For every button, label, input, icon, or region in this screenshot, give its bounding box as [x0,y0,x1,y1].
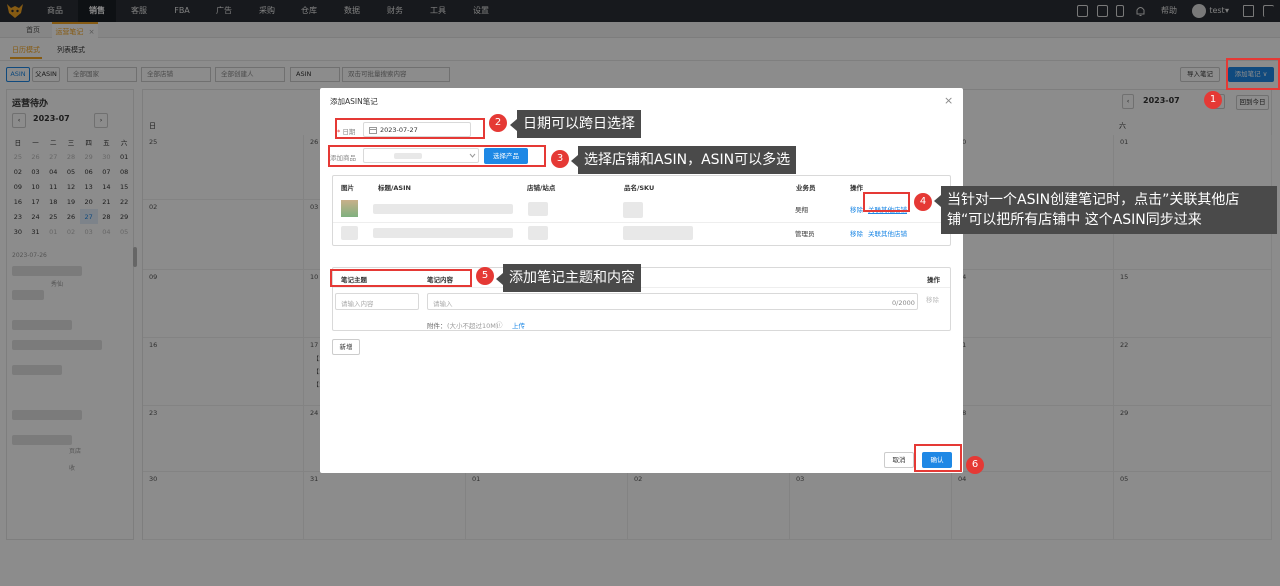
cancel-button[interactable]: 取消 [884,452,914,468]
link-other-shops-link[interactable]: 关联其他店铺 [868,228,907,238]
dialog-title: 添加ASIN笔记 [330,97,378,106]
product-title [373,228,513,238]
col-header-name-sku: 品名/SKU [624,184,655,192]
remove-link[interactable]: 移除 [850,228,863,238]
divider [333,222,950,223]
annotation-marker-5: 5 [476,267,494,285]
col-header-image: 图片 [341,184,354,192]
col-header-action: 操作 [927,276,940,284]
col-header-title-asin: 标题/ASIN [378,184,411,192]
annotation-marker-6: 6 [966,456,984,474]
product-title [373,204,513,214]
annotation-callout-4: 当针对一个ASIN创建笔记时，点击”关联其他店铺“可以把所有店铺中 这个ASIN… [934,186,1277,234]
annotation-callout-3: 选择店铺和ASIN，ASIN可以多选 [570,146,797,174]
remove-note-link[interactable]: 移除 [926,294,939,304]
annotation-callout-5: 添加笔记主题和内容 [496,264,641,292]
subject-placeholder: 请输入内容 [341,300,374,308]
annotation-marker-3: 3 [551,150,569,168]
annotation-box-6 [914,444,962,472]
annotation-box-3 [328,145,546,167]
annotation-marker-4: 4 [914,193,932,211]
product-shop [528,226,548,240]
salesperson-name: 管理员 [795,230,815,238]
attachment-hint: (大小不超过10M) [447,322,499,330]
col-header-actions: 操作 [850,184,863,192]
content-placeholder: 请输入 [433,300,453,308]
product-thumbnail [341,226,358,240]
annotation-box-5 [330,269,472,287]
note-content-textarea[interactable]: 请输入 0/2000 [427,293,918,310]
product-table: 图片 标题/ASIN 店铺/站点 品名/SKU 业务员 操作 吴翔 移除 关联其… [332,175,951,246]
annotation-callout-2: 日期可以跨日选择 [510,110,641,138]
annotation-marker-2: 2 [489,114,507,132]
help-icon: ⓘ [496,321,503,329]
upload-link[interactable]: 上传 [512,320,525,330]
product-thumbnail [341,200,358,217]
salesperson-name: 吴翔 [795,206,808,214]
divider [333,287,950,288]
col-header-salesperson: 业务员 [796,184,816,192]
annotation-box-1 [1226,58,1280,90]
annotation-marker-1: 1 [1204,91,1222,109]
col-header-shop-site: 店铺/站点 [527,184,556,192]
add-row-button[interactable]: 新增 [332,339,360,355]
attachment-label: 附件： [427,322,447,330]
annotation-box-2 [335,118,485,139]
close-icon[interactable]: × [944,94,953,107]
char-counter: 0/2000 [892,299,915,307]
product-sku [623,226,693,240]
product-sku [623,202,643,218]
note-subject-input[interactable]: 请输入内容 [335,293,419,310]
product-shop [528,202,548,216]
annotation-box-4 [863,192,910,212]
remove-link[interactable]: 移除 [850,204,863,214]
